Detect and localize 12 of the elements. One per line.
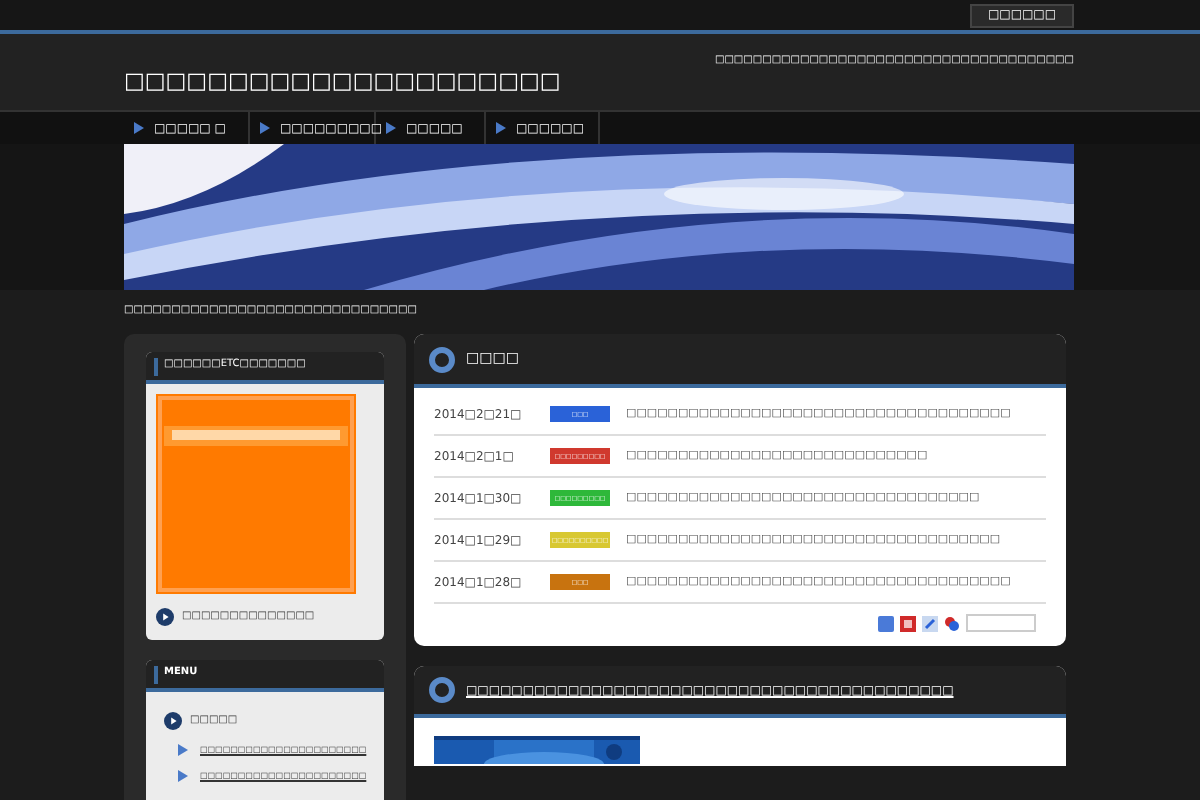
share-icon[interactable] [944, 615, 960, 631]
circle-icon [428, 676, 456, 704]
triangle-icon [134, 122, 144, 134]
circle-icon [428, 345, 456, 373]
triangle-icon [496, 122, 506, 134]
count-field [966, 614, 1036, 632]
site-title[interactable]: □□□□□□□□□□□□□□□□□□□□□ [124, 66, 561, 110]
triangle-icon [260, 122, 270, 134]
pencil-icon[interactable] [922, 615, 938, 631]
play-icon [164, 712, 182, 731]
play-icon [156, 608, 174, 626]
triangle-icon [386, 122, 396, 134]
